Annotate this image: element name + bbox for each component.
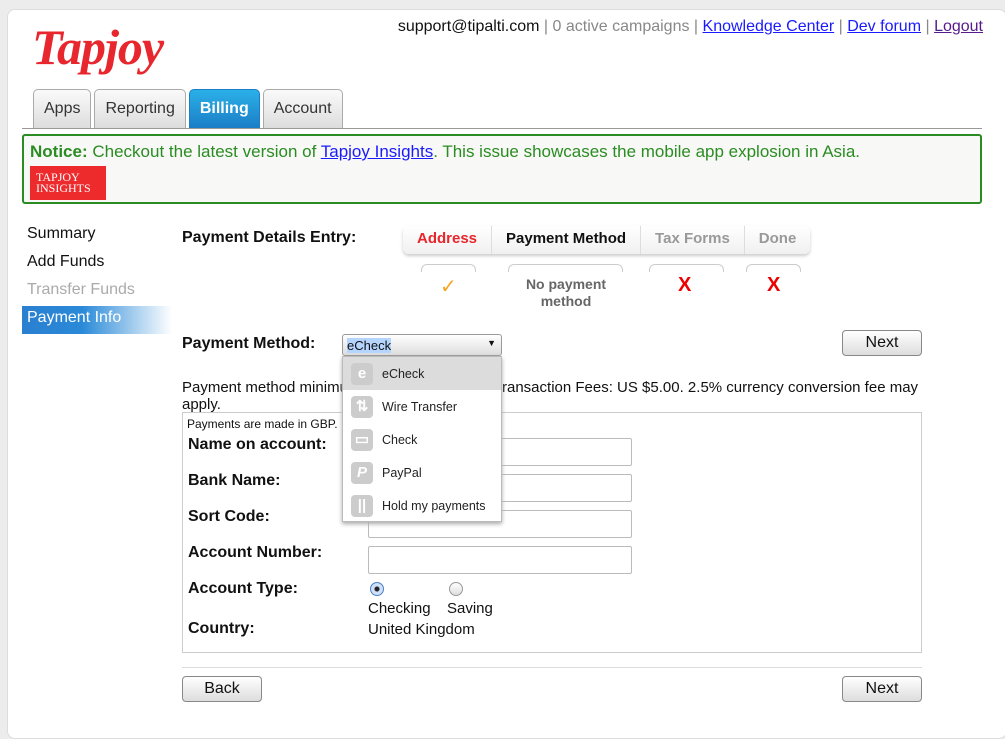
option-echeck[interactable]: e eCheck xyxy=(343,357,501,390)
notice-text-2: . This issue showcases the mobile app ex… xyxy=(433,142,861,161)
name-on-account-label: Name on account: xyxy=(188,436,327,453)
check-document-icon: ▭ xyxy=(351,428,373,451)
user-email: support@tipalti.com xyxy=(397,18,540,35)
step-tax-forms: Tax Forms xyxy=(641,226,745,254)
country-value: United Kingdom xyxy=(368,621,475,638)
account-type-label: Account Type: xyxy=(188,580,298,597)
tab-billing[interactable]: Billing xyxy=(188,89,260,128)
selected-value: eCheck xyxy=(347,338,392,353)
x-icon: X xyxy=(767,274,781,296)
option-hold-payments[interactable]: || Hold my payments xyxy=(343,489,501,522)
option-label: eCheck xyxy=(382,366,425,381)
sidebar: Summary Add Funds Transfer Funds Payment… xyxy=(22,222,172,334)
checking-label: Checking xyxy=(368,600,431,617)
option-label: Check xyxy=(382,432,418,447)
chevron-down-icon: ▼ xyxy=(487,338,496,348)
brace xyxy=(746,264,801,272)
echeck-icon: e xyxy=(351,362,373,385)
tapjoy-logo[interactable]: Tapjoy xyxy=(32,18,164,76)
saving-label: Saving xyxy=(447,600,493,617)
option-label: Hold my payments xyxy=(382,498,486,513)
brace xyxy=(508,264,623,272)
option-check[interactable]: ▭ Check xyxy=(343,423,501,456)
account-number-input[interactable] xyxy=(368,546,632,574)
sidebar-item-add-funds[interactable]: Add Funds xyxy=(22,250,172,278)
tapjoy-insights-badge[interactable]: TAPJOY INSIGHTS xyxy=(30,166,106,200)
wire-transfer-icon: ⇅ xyxy=(351,395,373,418)
main-tabs: Apps Reporting Billing Account xyxy=(33,89,343,128)
tab-account[interactable]: Account xyxy=(262,89,343,128)
sidebar-item-payment-info[interactable]: Payment Info xyxy=(22,306,172,334)
step-payment-method: Payment Method xyxy=(492,226,642,254)
payment-info-text-2: ransaction Fees: US $5.00. 2.5% currency… xyxy=(502,379,919,396)
divider xyxy=(182,667,922,668)
country-label: Country: xyxy=(188,620,255,637)
checking-radio[interactable] xyxy=(370,582,384,596)
brace xyxy=(649,264,724,272)
sidebar-item-summary[interactable]: Summary xyxy=(22,222,172,250)
tapjoy-insights-link[interactable]: Tapjoy Insights xyxy=(321,142,433,161)
brace xyxy=(421,264,476,272)
knowledge-center-link[interactable]: Knowledge Center xyxy=(703,18,835,35)
option-wire-transfer[interactable]: ⇅ Wire Transfer xyxy=(343,390,501,423)
check-icon: ✓ xyxy=(440,276,457,298)
notice-label: Notice: xyxy=(30,142,88,161)
pause-icon: || xyxy=(351,494,373,517)
next-button[interactable]: Next xyxy=(842,676,922,702)
active-campaigns: 0 active campaigns xyxy=(552,18,690,35)
payment-method-label: Payment Method: xyxy=(182,335,316,352)
sort-code-label: Sort Code: xyxy=(188,508,270,525)
step-address: Address xyxy=(403,226,493,254)
step-status: No payment method xyxy=(525,276,607,309)
option-label: Wire Transfer xyxy=(382,399,458,414)
payment-info-text: Payment method minimu xyxy=(182,379,348,396)
back-button[interactable]: Back xyxy=(182,676,262,702)
steps-title: Payment Details Entry: xyxy=(182,229,357,246)
x-icon: X xyxy=(678,274,692,296)
tab-reporting[interactable]: Reporting xyxy=(94,89,186,128)
currency-note: Payments are made in GBP. xyxy=(187,417,338,431)
paypal-icon: P xyxy=(351,461,373,484)
dev-forum-link[interactable]: Dev forum xyxy=(847,18,921,35)
divider xyxy=(22,128,982,129)
payment-info-text-3: apply. xyxy=(182,396,221,413)
notice-banner: Notice: Checkout the latest version of T… xyxy=(22,134,982,204)
sidebar-item-transfer-funds: Transfer Funds xyxy=(27,281,135,298)
saving-radio[interactable] xyxy=(449,582,463,596)
tab-apps[interactable]: Apps xyxy=(33,89,92,128)
option-paypal[interactable]: P PayPal xyxy=(343,456,501,489)
option-label: PayPal xyxy=(382,465,422,480)
bank-name-label: Bank Name: xyxy=(188,472,281,489)
notice-text: Checkout the latest version of xyxy=(92,142,317,161)
logout-link[interactable]: Logout xyxy=(934,18,983,35)
progress-steps: Address Payment Method Tax Forms Done xyxy=(403,226,811,254)
next-button-top[interactable]: Next xyxy=(842,330,922,356)
payment-method-dropdown: e eCheck ⇅ Wire Transfer ▭ Check P PayPal ||… xyxy=(342,356,502,522)
top-links: support@tipalti.com | 0 active campaigns… xyxy=(397,18,983,35)
step-done: Done xyxy=(758,230,797,247)
payment-method-select[interactable]: eCheck ▼ xyxy=(342,334,502,356)
account-number-label: Account Number: xyxy=(188,544,323,561)
